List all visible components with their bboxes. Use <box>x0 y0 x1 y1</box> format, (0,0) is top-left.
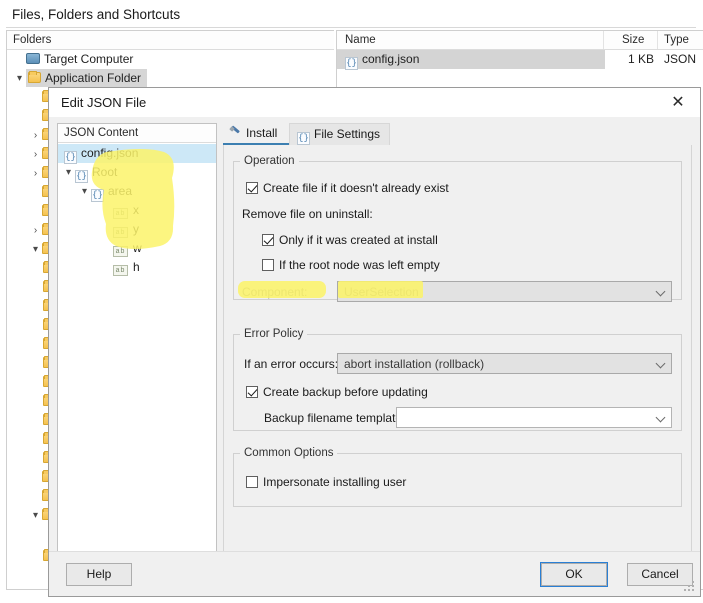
install-tab-page: Operation Create file if it doesn't alre… <box>223 145 692 571</box>
folder-icon <box>28 72 41 83</box>
only-if-created-label: Only if it was created at install <box>279 233 438 247</box>
settings-pane: Install {} File Settings Operation Create… <box>223 123 692 571</box>
json-content-pane: JSON Content {}config.json ▾{}Root ▾{}ar… <box>57 123 217 571</box>
chevron-down-icon <box>657 288 665 296</box>
json-file-icon: {} <box>345 57 358 70</box>
chevron-down-icon[interactable]: ▾ <box>29 506 42 525</box>
component-value: UserSelection <box>344 285 419 299</box>
chevron-down-icon <box>657 360 665 368</box>
tab-install-label: Install <box>246 126 277 140</box>
operation-legend: Operation <box>240 155 299 167</box>
backup-template-label: Backup filename template: <box>264 411 405 425</box>
json-node-label: x <box>133 203 139 217</box>
if-error-occurs-label: If an error occurs: <box>244 357 338 371</box>
file-name-label: config.json <box>362 52 419 66</box>
file-type-label: JSON <box>664 50 696 69</box>
edit-json-file-dialog: Edit JSON File ✕ JSON Content {}config.j… <box>48 87 701 597</box>
column-name-label: Name <box>345 34 376 46</box>
tab-install[interactable]: Install <box>223 123 289 145</box>
json-string-icon: ab <box>113 246 128 257</box>
component-label: Component: <box>242 285 307 299</box>
dialog-footer: Help OK Cancel <box>49 551 700 596</box>
json-node-label: Root <box>92 165 117 179</box>
error-action-value: abort installation (rollback) <box>344 357 484 371</box>
checkbox-icon[interactable] <box>262 234 274 246</box>
checkbox-icon[interactable] <box>246 386 258 398</box>
chevron-down-icon[interactable]: ▾ <box>78 182 91 201</box>
chevron-down-icon[interactable]: ▾ <box>62 163 75 182</box>
json-node-label: area <box>108 184 132 198</box>
ok-button[interactable]: OK <box>541 563 607 586</box>
checkbox-icon[interactable] <box>262 259 274 271</box>
json-node-label: y <box>133 222 139 236</box>
tab-file-settings-label: File Settings <box>314 127 380 141</box>
json-string-icon: ab <box>113 208 128 219</box>
wrench-icon <box>230 127 242 138</box>
remove-on-uninstall-label: Remove file on uninstall: <box>242 207 373 221</box>
chevron-right-icon[interactable]: › <box>29 164 42 183</box>
chevron-down-icon[interactable]: ▾ <box>13 69 26 88</box>
json-node-config[interactable]: {}config.json <box>58 144 216 163</box>
json-node-label: config.json <box>81 146 138 160</box>
tree-row-label: Target Computer <box>44 52 133 66</box>
error-policy-legend: Error Policy <box>240 328 307 340</box>
error-action-dropdown[interactable]: abort installation (rollback) <box>337 353 672 374</box>
file-size-label: 1 KB <box>618 50 654 69</box>
json-braces-icon: {} <box>297 132 310 145</box>
resize-grip[interactable] <box>684 581 696 593</box>
impersonate-checkbox[interactable]: Impersonate installing user <box>246 475 406 489</box>
root-node-empty-label: If the root node was left empty <box>279 258 440 272</box>
dialog-body: JSON Content {}config.json ▾{}Root ▾{}ar… <box>49 119 700 551</box>
tab-file-settings[interactable]: {} File Settings <box>289 123 390 145</box>
json-string-icon: ab <box>113 227 128 238</box>
json-node-area[interactable]: ▾{}area <box>58 182 216 201</box>
chevron-right-icon[interactable]: › <box>29 126 42 145</box>
close-icon[interactable]: ✕ <box>656 88 700 118</box>
chevron-right-icon[interactable]: › <box>29 145 42 164</box>
json-node-label: w <box>133 241 142 255</box>
root-node-empty-checkbox[interactable]: If the root node was left empty <box>262 258 440 272</box>
only-if-created-checkbox[interactable]: Only if it was created at install <box>262 233 438 247</box>
json-content-tree[interactable]: {}config.json ▾{}Root ▾{}area abx aby <box>58 143 216 277</box>
json-node-root[interactable]: ▾{}Root <box>58 163 216 182</box>
component-dropdown[interactable]: UserSelection <box>337 281 672 302</box>
tree-row[interactable]: Target Computer <box>7 50 334 69</box>
operation-group: Operation <box>233 155 682 300</box>
help-button[interactable]: Help <box>66 563 132 586</box>
json-string-icon: ab <box>113 265 128 276</box>
files-column-header[interactable]: Name Size Type <box>337 31 703 50</box>
app-root: Files, Folders and Shortcuts Folders Tar… <box>0 0 703 603</box>
column-size-label: Size <box>622 34 644 46</box>
create-file-label: Create file if it doesn't already exist <box>263 181 449 195</box>
create-backup-label: Create backup before updating <box>263 385 428 399</box>
json-content-header: JSON Content <box>58 124 216 143</box>
background-window-title: Files, Folders and Shortcuts <box>6 4 696 28</box>
json-node-w[interactable]: abw <box>58 239 216 258</box>
json-node-h[interactable]: abh <box>58 258 216 277</box>
common-options-legend: Common Options <box>240 447 337 459</box>
json-node-y[interactable]: aby <box>58 220 216 239</box>
backup-template-dropdown[interactable] <box>396 407 672 428</box>
folders-column-header[interactable]: Folders <box>7 31 334 50</box>
folders-column-label: Folders <box>13 34 51 46</box>
dialog-title: Edit JSON File <box>61 95 146 110</box>
json-node-x[interactable]: abx <box>58 201 216 220</box>
checkbox-icon[interactable] <box>246 182 258 194</box>
tree-row-label: Application Folder <box>45 71 141 85</box>
tree-row[interactable]: ▾ Application Folder <box>7 69 334 88</box>
impersonate-label: Impersonate installing user <box>263 475 406 489</box>
chevron-right-icon[interactable]: › <box>29 221 42 240</box>
computer-icon <box>26 53 40 64</box>
file-row[interactable]: {}config.json 1 KB JSON <box>337 50 605 69</box>
create-backup-checkbox[interactable]: Create backup before updating <box>246 385 428 399</box>
json-node-label: h <box>133 260 140 274</box>
tree-row-selected[interactable]: Application Folder <box>26 69 147 87</box>
tabstrip: Install {} File Settings <box>223 123 692 145</box>
dialog-titlebar[interactable]: Edit JSON File ✕ <box>49 88 700 118</box>
create-file-checkbox[interactable]: Create file if it doesn't already exist <box>246 181 449 195</box>
column-type-label: Type <box>664 34 689 46</box>
chevron-down-icon[interactable]: ▾ <box>29 240 42 259</box>
chevron-down-icon <box>657 414 665 422</box>
checkbox-icon[interactable] <box>246 476 258 488</box>
